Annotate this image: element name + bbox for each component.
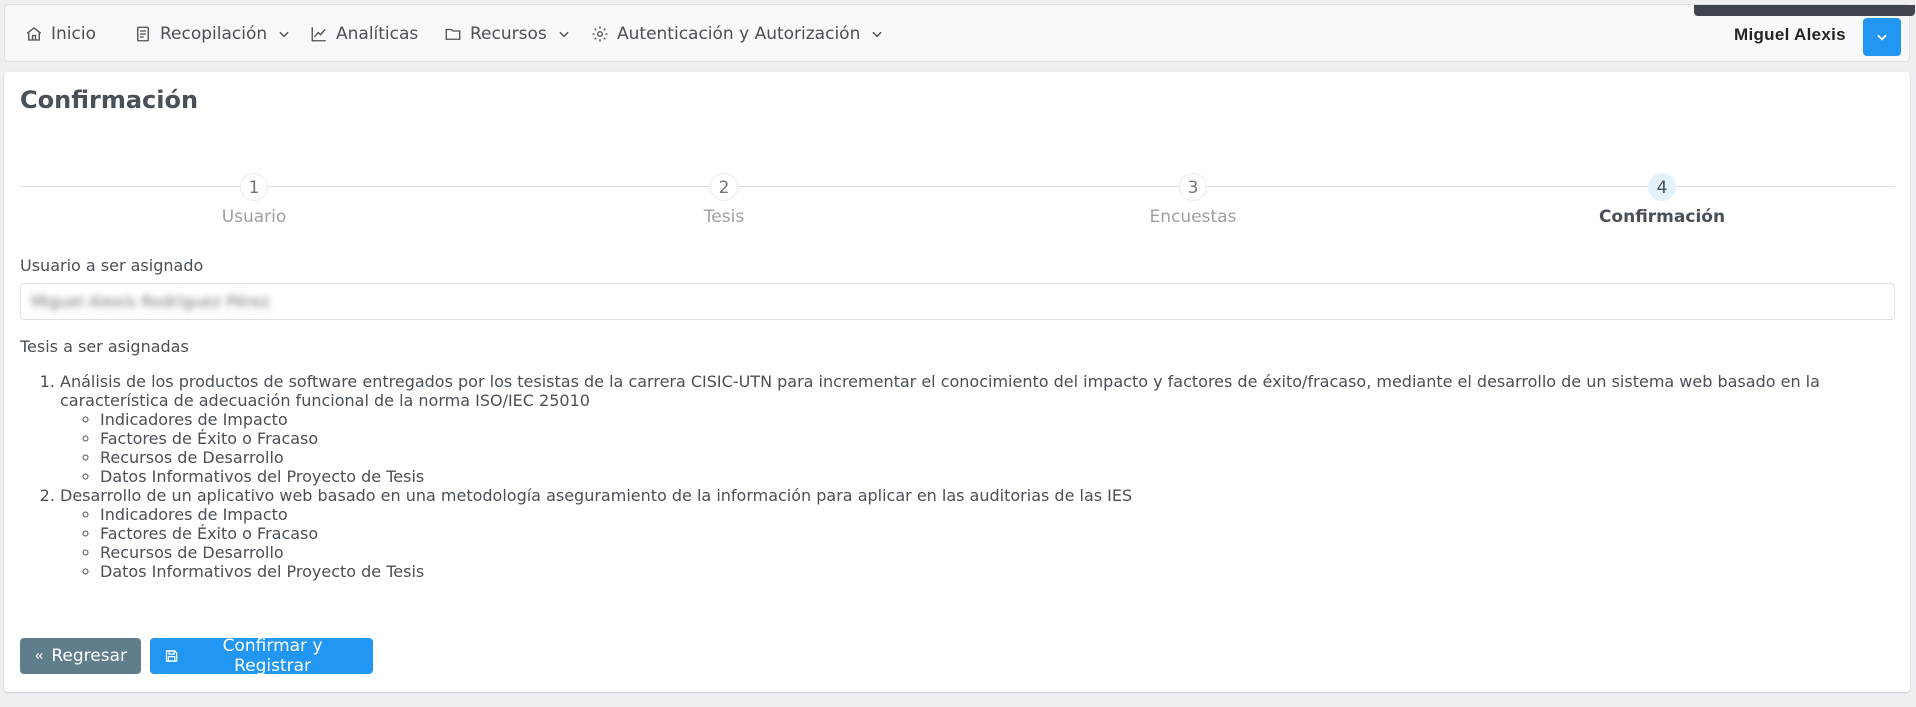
survey-item: Indicadores de Impacto	[100, 505, 1916, 524]
thesis-item: Análisis de los productos de software en…	[60, 372, 1916, 486]
menu-item-label: Recursos	[470, 24, 547, 44]
user-menu-button[interactable]	[1863, 18, 1901, 56]
step-number: 4	[1648, 173, 1676, 201]
survey-list: Indicadores de Impacto Factores de Éxito…	[60, 505, 1916, 581]
save-icon	[165, 650, 178, 662]
survey-item: Indicadores de Impacto	[100, 410, 1916, 429]
survey-item: Datos Informativos del Proyecto de Tesis	[100, 467, 1916, 486]
user-name: Miguel Alexis	[1734, 25, 1846, 44]
confirm-button-label: Confirmar y Registrar	[222, 636, 323, 676]
step-label: Tesis	[703, 207, 745, 227]
double-chevron-left-icon	[35, 653, 43, 659]
folder-icon	[445, 28, 461, 40]
top-menubar: Inicio Recopilación Analíticas Recursos …	[4, 4, 1915, 63]
step-tesis[interactable]: 2 Tesis	[624, 173, 824, 227]
step-usuario[interactable]: 1 Usuario	[154, 173, 354, 227]
home-icon	[26, 27, 42, 41]
survey-item: Recursos de Desarrollo	[100, 543, 1916, 562]
menu-item-label: Analíticas	[336, 24, 419, 44]
thesis-title: Desarrollo de un aplicativo web basado e…	[60, 486, 1133, 505]
survey-list: Indicadores de Impacto Factores de Éxito…	[60, 410, 1916, 486]
user-field[interactable]: Miguel Alexis Rodríguez Pérez	[20, 283, 1895, 320]
thesis-title: Análisis de los productos de software en…	[60, 372, 1820, 410]
step-label: Confirmación	[1598, 207, 1726, 227]
top-dark-strip	[1694, 5, 1915, 16]
document-icon	[137, 26, 149, 42]
survey-item: Factores de Éxito o Fracaso	[100, 524, 1916, 543]
confirmation-card: Confirmación 1 Usuario 2 Tesis 3 Encuest…	[4, 72, 1910, 692]
menu-item-analiticas[interactable]: Analíticas	[310, 5, 418, 63]
menu-item-label: Autenticación y Autorización	[617, 24, 861, 44]
step-label: Usuario	[221, 207, 287, 227]
menu-item-autenticacion[interactable]: Autenticación y Autorización	[591, 5, 884, 63]
page-title: Confirmación	[20, 86, 199, 114]
survey-item: Recursos de Desarrollo	[100, 448, 1916, 467]
gear-icon	[592, 26, 608, 42]
step-encuestas[interactable]: 3 Encuestas	[1093, 173, 1293, 227]
survey-item: Datos Informativos del Proyecto de Tesis	[100, 562, 1916, 581]
step-label: Encuestas	[1149, 207, 1237, 227]
menu-item-recopilacion[interactable]: Recopilación	[134, 5, 291, 63]
menu-item-recursos[interactable]: Recursos	[444, 5, 571, 63]
user-field-label: Usuario a ser asignado	[20, 256, 204, 275]
thesis-field-label: Tesis a ser asignadas	[20, 337, 189, 356]
chevron-down-icon	[279, 31, 289, 38]
menu-item-inicio[interactable]: Inicio	[25, 5, 96, 63]
back-button-label: Regresar	[51, 646, 127, 666]
step-number: 1	[240, 173, 268, 201]
thesis-list: Análisis de los productos de software en…	[20, 372, 1916, 581]
survey-item: Factores de Éxito o Fracaso	[100, 429, 1916, 448]
menu-item-label: Recopilación	[160, 24, 268, 44]
chevron-down-icon	[1877, 34, 1887, 41]
menu-item-label: Inicio	[51, 24, 96, 44]
step-number: 3	[1179, 173, 1207, 201]
confirm-register-button[interactable]: Confirmar y Registrar	[150, 636, 373, 676]
chart-line-icon	[311, 27, 326, 42]
thesis-item: Desarrollo de un aplicativo web basado e…	[60, 486, 1916, 581]
user-field-value: Miguel Alexis Rodríguez Pérez	[31, 292, 270, 311]
chevron-down-icon	[872, 31, 882, 38]
step-confirmacion[interactable]: 4 Confirmación	[1562, 173, 1762, 227]
step-number: 2	[710, 173, 738, 201]
back-button[interactable]: Regresar	[20, 638, 141, 674]
chevron-down-icon	[559, 31, 569, 38]
